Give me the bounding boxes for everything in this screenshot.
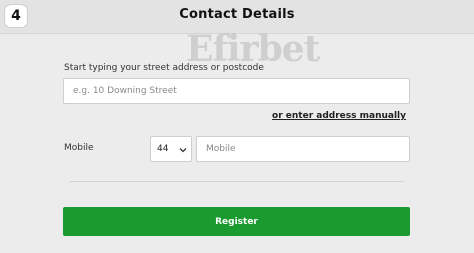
mobile-input[interactable]: Mobile (196, 136, 410, 162)
address-input[interactable]: e.g. 10 Downing Street (63, 78, 410, 104)
register-button[interactable]: Register (63, 207, 410, 236)
mobile-placeholder: Mobile (206, 144, 236, 154)
address-label: Start typing your street address or post… (64, 63, 264, 73)
divider (70, 181, 404, 182)
mobile-label: Mobile (64, 143, 94, 153)
country-code-select[interactable]: 44 (150, 136, 192, 162)
address-placeholder: e.g. 10 Downing Street (73, 86, 177, 96)
register-label: Register (215, 216, 258, 227)
enter-address-manually-link[interactable]: or enter address manually (272, 111, 406, 121)
country-code-value: 44 (157, 144, 169, 154)
chevron-down-icon (179, 148, 187, 153)
page-title: Contact Details (179, 7, 295, 22)
